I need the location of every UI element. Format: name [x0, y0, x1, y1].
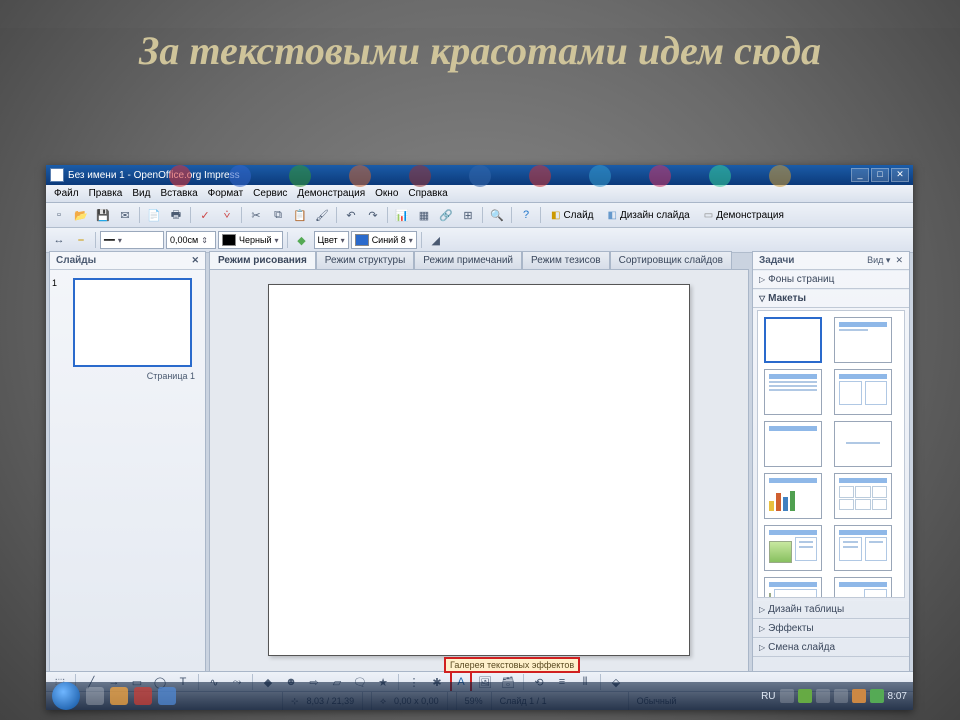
slide-canvas[interactable] — [268, 284, 690, 656]
editing-area: Режим рисования Режим структуры Режим пр… — [209, 251, 749, 672]
fill-type-select[interactable]: Цвет▾ — [314, 231, 349, 249]
windows-taskbar: RU 8:07 — [46, 682, 913, 710]
system-tray: RU 8:07 — [761, 689, 907, 703]
chart-icon[interactable]: 📊 — [392, 205, 412, 225]
layout-title-content[interactable] — [764, 369, 822, 415]
standard-toolbar: ▫ 📂 💾 ✉ 📄 🖶 ✓ ⩒ ✂ ⧉ 📋 🖌 ↶ ↷ 📊 ▦ 🔗 ⊞ 🔍 ? … — [46, 203, 913, 228]
help-icon[interactable]: ? — [516, 205, 536, 225]
tab-outline[interactable]: Режим структуры — [316, 251, 414, 269]
menu-window[interactable]: Окно — [370, 188, 403, 199]
slide-thumbnail-1[interactable] — [73, 278, 192, 367]
paste-icon[interactable]: 📋 — [290, 205, 310, 225]
tab-sorter[interactable]: Сортировщик слайдов — [610, 251, 732, 269]
taskbar-app-4[interactable] — [158, 687, 176, 705]
tray-icon[interactable] — [870, 689, 884, 703]
navigator-icon[interactable]: ⊞ — [458, 205, 478, 225]
spellcheck-icon[interactable]: ✓ — [195, 205, 215, 225]
background-taskbar-icons — [46, 165, 913, 187]
fontwork-tooltip: Галерея текстовых эффектов — [444, 657, 580, 673]
section-layouts[interactable]: ▽Макеты — [753, 289, 909, 308]
slide-number: 1 — [50, 270, 59, 371]
slide-button[interactable]: ◧Слайд — [545, 205, 600, 225]
tray-icon[interactable] — [852, 689, 866, 703]
layout-image-text[interactable] — [764, 525, 822, 571]
autocheck-icon[interactable]: ⩒ — [217, 205, 237, 225]
layout-title[interactable] — [834, 317, 892, 363]
section-master-pages[interactable]: ▷Фоны страниц — [753, 270, 909, 289]
menu-tools[interactable]: Сервис — [248, 188, 292, 199]
tray-icon[interactable] — [780, 689, 794, 703]
cut-icon[interactable]: ✂ — [246, 205, 266, 225]
slide-thumbnail-caption: Страница 1 — [50, 371, 205, 381]
line-fill-toolbar: ↔ ⎯ ━━▾ 0,00см⇕ Черный▾ ◆ Цвет▾ Синий 8▾… — [46, 228, 913, 253]
tasks-panel-close-icon[interactable]: ✕ — [895, 255, 903, 265]
menu-slideshow[interactable]: Демонстрация — [292, 188, 370, 199]
tray-clock[interactable]: 8:07 — [888, 691, 907, 702]
table-icon[interactable]: ▦ — [414, 205, 434, 225]
zoom-icon[interactable]: 🔍 — [487, 205, 507, 225]
section-table-design[interactable]: ▷Дизайн таблицы — [753, 600, 909, 619]
slide-design-button[interactable]: ◧Дизайн слайда — [602, 205, 696, 225]
arrow-end-icon[interactable]: ↔ — [49, 230, 69, 250]
section-transition[interactable]: ▷Смена слайда — [753, 638, 909, 657]
taskbar-app-1[interactable] — [86, 687, 104, 705]
save-icon[interactable]: 💾 — [93, 205, 113, 225]
print-icon[interactable]: 🖶 — [166, 205, 186, 225]
pdf-icon[interactable]: 📄 — [144, 205, 164, 225]
tray-network-icon[interactable] — [816, 689, 830, 703]
shadow-icon[interactable]: ◢ — [426, 230, 446, 250]
impress-window: Без имени 1 - OpenOffice.org Impress _ □… — [46, 165, 913, 710]
open-icon[interactable]: 📂 — [71, 205, 91, 225]
fill-color-select[interactable]: Синий 8▾ — [351, 231, 417, 249]
format-paint-icon[interactable]: 🖌 — [312, 205, 332, 225]
slideshow-button[interactable]: ▭Демонстрация — [698, 205, 790, 225]
tab-drawing[interactable]: Режим рисования — [209, 251, 316, 269]
tasks-panel-title: Задачи — [759, 255, 794, 266]
presentation-slide-title: За текстовыми красотами идем сюда — [40, 28, 920, 74]
menu-format[interactable]: Формат — [203, 188, 249, 199]
taskbar-app-3[interactable] — [134, 687, 152, 705]
layouts-grid — [757, 310, 905, 598]
layout-table[interactable] — [834, 473, 892, 519]
menu-file[interactable]: Файл — [49, 188, 84, 199]
slides-panel-close-icon[interactable]: ✕ — [191, 255, 199, 266]
taskbar-app-2[interactable] — [110, 687, 128, 705]
tray-icon[interactable] — [798, 689, 812, 703]
email-icon[interactable]: ✉ — [115, 205, 135, 225]
menu-bar: Файл Правка Вид Вставка Формат Сервис Де… — [46, 185, 913, 203]
view-tabs: Режим рисования Режим структуры Режим пр… — [209, 251, 749, 269]
slides-panel-title: Слайды — [56, 255, 96, 266]
layout-centered[interactable] — [834, 421, 892, 467]
hyperlink-icon[interactable]: 🔗 — [436, 205, 456, 225]
layout-text-image[interactable] — [834, 525, 892, 571]
line-style-icon[interactable]: ⎯ — [71, 230, 91, 250]
copy-icon[interactable]: ⧉ — [268, 205, 288, 225]
menu-edit[interactable]: Правка — [84, 188, 128, 199]
tasks-panel: ЗадачиВид ▾ ✕ ▷Фоны страниц ▽Макеты ▷Диз… — [752, 251, 910, 672]
tray-volume-icon[interactable] — [834, 689, 848, 703]
tab-handout[interactable]: Режим тезисов — [522, 251, 610, 269]
area-icon[interactable]: ◆ — [292, 230, 312, 250]
undo-icon[interactable]: ↶ — [341, 205, 361, 225]
section-effects[interactable]: ▷Эффекты — [753, 619, 909, 638]
layout-chart[interactable] — [764, 473, 822, 519]
layout-chart-text[interactable] — [834, 577, 892, 598]
layout-blank[interactable] — [764, 317, 822, 363]
tray-lang[interactable]: RU — [761, 691, 775, 702]
line-style-select[interactable]: ━━▾ — [100, 231, 164, 249]
new-icon[interactable]: ▫ — [49, 205, 69, 225]
tasks-view-menu[interactable]: Вид — [867, 255, 883, 265]
layout-four-content[interactable] — [764, 577, 822, 598]
redo-icon[interactable]: ↷ — [363, 205, 383, 225]
menu-view[interactable]: Вид — [127, 188, 155, 199]
menu-help[interactable]: Справка — [403, 188, 452, 199]
line-width-input[interactable]: 0,00см⇕ — [166, 231, 216, 249]
tab-notes[interactable]: Режим примечаний — [414, 251, 522, 269]
start-button[interactable] — [52, 682, 80, 710]
line-color-select[interactable]: Черный▾ — [218, 231, 283, 249]
menu-insert[interactable]: Вставка — [155, 188, 202, 199]
layout-title-only[interactable] — [764, 421, 822, 467]
layout-two-content[interactable] — [834, 369, 892, 415]
slides-panel: Слайды ✕ 1 Страница 1 — [49, 251, 206, 672]
